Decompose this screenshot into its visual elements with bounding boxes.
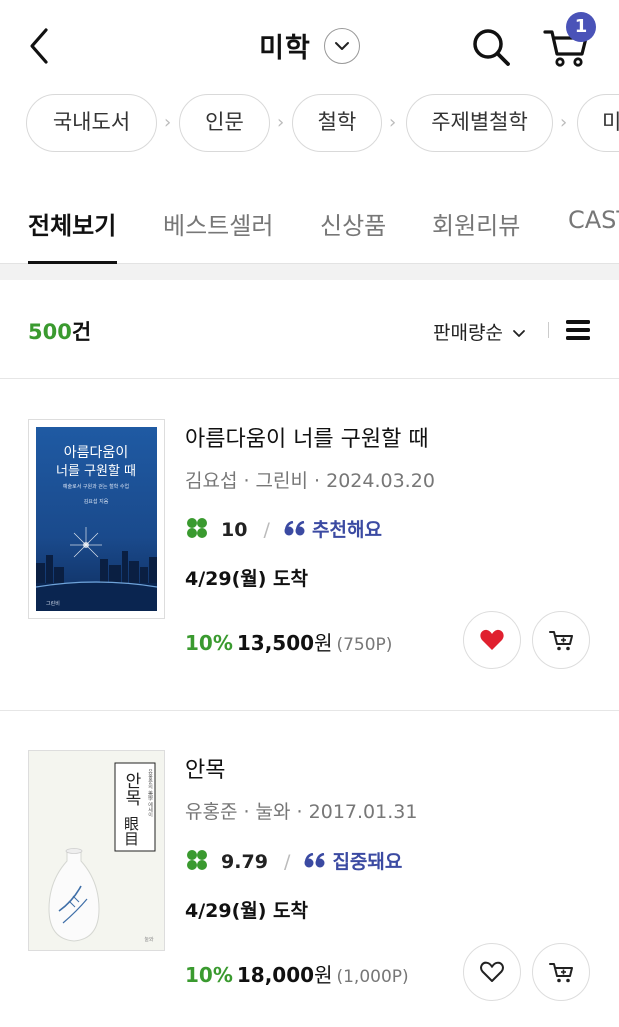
breadcrumb-chip-domestic-books[interactable]: 국내도서 (26, 94, 157, 152)
clover-icon (187, 850, 207, 870)
heart-filled-icon (480, 629, 504, 650)
book-cover-image[interactable]: 안목 眼目 유홍준의 美學 에세이 눌와 (28, 750, 165, 951)
discount-rate: 10% (185, 631, 233, 655)
quote-icon (284, 520, 305, 536)
tab-member-reviews[interactable]: 회원리뷰 (432, 206, 520, 241)
rating-score: 10 (221, 519, 248, 541)
quote-icon (304, 852, 325, 868)
cover-title-ko: 안목 (121, 772, 141, 806)
price-unit: 원 (314, 963, 333, 987)
heart-outline-icon (480, 961, 504, 982)
reward-points: (750P) (336, 635, 393, 655)
breadcrumb-chip-label: 국내도서 (52, 110, 131, 134)
cover-subtitle: 예술로서 구원과 걷는 철학 수업 (63, 483, 129, 490)
list-view-icon (566, 320, 590, 340)
rating-divider: / (283, 851, 291, 873)
cover-author: 김요섭 지음 (84, 498, 109, 505)
breadcrumb-chip-label: 주제별철학 (431, 110, 528, 134)
breadcrumb-separator-icon: › (560, 112, 568, 133)
result-count-number: 500 (28, 320, 72, 344)
discount-rate: 10% (185, 963, 233, 987)
breadcrumb-chip-philosophy[interactable]: 철학 (292, 94, 382, 152)
delivery-info: 4/29(월) 도착 (185, 568, 309, 590)
view-toggle-button[interactable] (565, 318, 591, 342)
review-tag: 추천해요 (312, 519, 382, 541)
search-button[interactable] (470, 26, 512, 68)
breadcrumb-chip-label: 철학 (317, 110, 357, 134)
divider (548, 322, 549, 338)
tab-bestseller[interactable]: 베스트셀러 (163, 206, 273, 241)
result-count: 500건 (28, 316, 91, 346)
clover-icon (187, 518, 207, 538)
breadcrumb: 국내도서 › 인문 › 철학 › 주제별철학 › 미 (26, 94, 619, 152)
chevron-down-icon (334, 41, 349, 50)
cover-title-line1: 아름다움이 (64, 445, 128, 461)
breadcrumb-separator-icon: › (164, 112, 172, 133)
cover-publisher: 눌와 (144, 936, 154, 943)
reward-points: (1,000P) (336, 967, 409, 987)
search-icon (473, 29, 510, 66)
wishlist-button[interactable] (463, 611, 521, 669)
wishlist-button[interactable] (463, 943, 521, 1001)
category-tabs: 전체보기 베스트셀러 신상품 회원리뷰 CAST (0, 190, 619, 265)
cover-title-line2: 너를 구원할 때 (56, 464, 136, 479)
cover-side-text: 유홍준의 美學 에세이 (147, 769, 153, 819)
breadcrumb-chip-aesthetics[interactable]: 미 (577, 94, 619, 152)
sort-label: 판매량순 (433, 322, 503, 344)
breadcrumb-separator-icon: › (389, 112, 397, 133)
tab-cast[interactable]: CAST (568, 206, 619, 234)
book-meta: 김요섭 · 그린비 · 2024.03.20 (185, 470, 435, 492)
tab-all[interactable]: 전체보기 (28, 206, 116, 241)
breadcrumb-separator-icon: › (277, 112, 285, 133)
cart-icon (549, 631, 573, 651)
category-dropdown-button[interactable] (323, 27, 360, 64)
chevron-down-icon (513, 330, 525, 337)
rating-score: 9.79 (221, 851, 268, 873)
book-meta: 유홍준 · 눌와 · 2017.01.31 (185, 801, 418, 823)
book-cover-image[interactable]: 아름다움이 너를 구원할 때 예술로서 구원과 걷는 철학 수업 김요섭 지음 … (28, 419, 165, 619)
product-list-item[interactable]: 안목 眼目 유홍준의 美學 에세이 눌와 안목 유홍준 · 눌와 · 2017.… (0, 711, 619, 1027)
section-divider (0, 264, 619, 280)
product-list-item[interactable]: 아름다움이 너를 구원할 때 예술로서 구원과 걷는 철학 수업 김요섭 지음 … (0, 379, 619, 710)
book-title[interactable]: 아름다움이 너를 구원할 때 (185, 421, 429, 453)
price-row: 10% 13,500원 (750P) (185, 627, 392, 656)
sort-dropdown[interactable]: 판매량순 (433, 318, 526, 345)
breadcrumb-chip-topic-philosophy[interactable]: 주제별철학 (406, 94, 553, 152)
breadcrumb-chip-label: 인문 (205, 110, 244, 134)
delivery-info: 4/29(월) 도착 (185, 900, 309, 922)
sale-price: 18,000 (236, 963, 315, 987)
book-cover-art: 아름다움이 너를 구원할 때 예술로서 구원과 걷는 철학 수업 김요섭 지음 … (35, 427, 158, 611)
cover-publisher: 그린비 (46, 600, 60, 607)
app-header: 미학 1 (0, 0, 619, 92)
result-count-suffix: 건 (71, 320, 92, 344)
rating-row: 10 / 추천해요 (185, 515, 382, 541)
add-to-cart-button[interactable] (532, 611, 590, 669)
cart-icon (549, 963, 573, 983)
book-title[interactable]: 안목 (185, 752, 225, 784)
breadcrumb-chip-humanities[interactable]: 인문 (179, 94, 270, 152)
price-unit: 원 (314, 631, 333, 655)
rating-row: 9.79 / 집중돼요 (185, 847, 402, 873)
review-tag: 집중돼요 (332, 851, 403, 873)
cart-count-badge: 1 (566, 12, 596, 42)
breadcrumb-chip-label: 미 (602, 110, 619, 134)
add-to-cart-button[interactable] (532, 943, 590, 1001)
cover-title-hanja: 眼目 (122, 816, 140, 846)
page-title: 미학 (259, 33, 311, 64)
rating-divider: / (263, 519, 270, 541)
book-cover-art: 안목 眼目 유홍준의 美學 에세이 눌와 (29, 751, 164, 950)
sale-price: 13,500 (236, 631, 315, 655)
tab-new-products[interactable]: 신상품 (320, 206, 386, 241)
price-row: 10% 18,000원 (1,000P) (185, 959, 409, 988)
